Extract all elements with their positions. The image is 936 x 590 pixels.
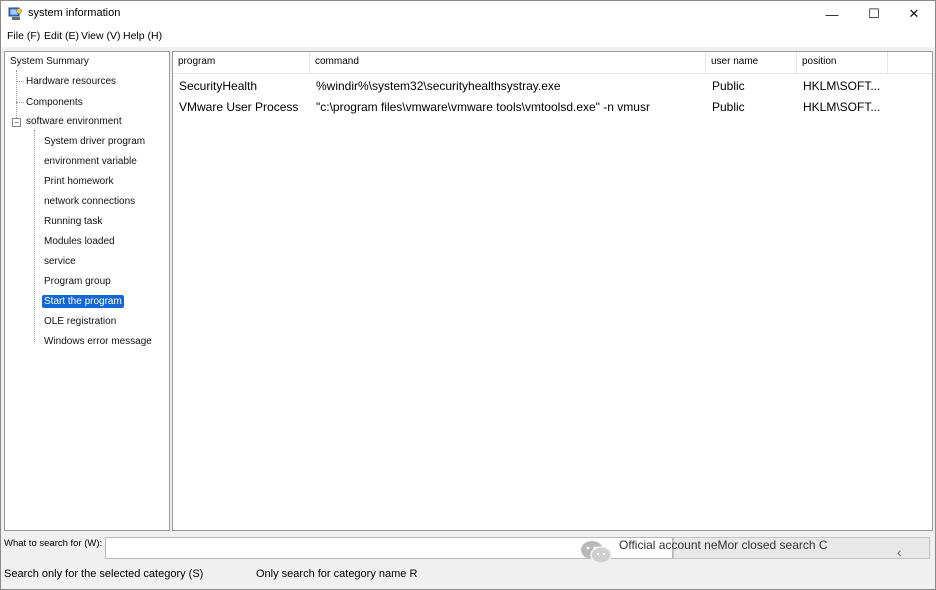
title-bar: system information — ☐ ✕ [1,1,935,27]
column-header-user-name[interactable]: user name [706,52,797,73]
option-search-category-name[interactable]: Only search for category name R [256,568,417,580]
cell-command: %windir%\system32\securityhealthsystray.… [316,79,561,93]
tree-item-system-summary[interactable]: System Summary [8,55,91,68]
cell-command: "c:\program files\vmware\vmware tools\vm… [316,100,650,114]
tree-item-modules-loaded[interactable]: Modules loaded [42,235,117,248]
tree-item-components[interactable]: Components [24,96,85,109]
cell-position: HKLM\SOFT... [803,100,881,114]
watermark-text: Official account neMor closed search C [619,538,828,552]
menu-view[interactable]: View (V) [81,30,120,42]
close-button[interactable]: ✕ [891,1,935,27]
tree-item-system-driver-program[interactable]: System driver program [42,135,147,148]
tree-item-start-the-program[interactable]: Start the program [42,295,124,308]
category-tree[interactable]: System Summary Hardware resources Compon… [4,51,170,531]
window-title: system information [28,7,121,19]
tree-connector [16,102,24,103]
menu-edit[interactable]: Edit (E) [44,30,79,42]
tree-item-environment-variable[interactable]: environment variable [42,155,139,168]
minimize-button[interactable]: — [809,1,855,27]
minimize-icon: — [825,6,839,22]
system-information-window: system information — ☐ ✕ File (F) Edit (… [0,0,936,590]
close-icon: ✕ [908,6,920,21]
collapse-icon[interactable]: − [12,118,21,127]
column-header-program[interactable]: program [173,52,310,73]
tree-item-service[interactable]: service [42,255,78,268]
cell-program: VMware User Process [179,100,299,114]
wechat-icon [581,541,612,564]
search-label: What to search for (W): [4,538,103,549]
tree-connector [16,81,24,82]
option-search-selected-category[interactable]: Search only for the selected category (S… [4,568,203,580]
cell-position: HKLM\SOFT... [803,79,881,93]
cell-user-name: Public [712,100,745,114]
tree-item-print-homework[interactable]: Print homework [42,175,115,188]
system-information-app-icon [8,7,22,20]
column-header-command[interactable]: command [310,52,706,73]
tree-item-program-group[interactable]: Program group [42,275,113,288]
maximize-icon: ☐ [868,6,880,21]
menu-help[interactable]: Help (H) [123,30,162,42]
tree-item-hardware-resources[interactable]: Hardware resources [24,75,118,88]
tree-connector [34,130,35,342]
tree-item-ole-registration[interactable]: OLE registration [42,315,118,328]
column-header-position[interactable]: position [797,52,888,73]
cell-program: SecurityHealth [179,79,258,93]
tree-item-software-environment[interactable]: software environment [24,115,124,128]
table-row[interactable]: SecurityHealth %windir%\system32\securit… [173,76,932,96]
menu-bar: File (F) Edit (E) View (V) Help (H) [1,27,935,47]
chevron-left-icon[interactable]: ‹ [897,544,902,560]
tree-connector [16,70,17,122]
tree-item-running-task[interactable]: Running task [42,215,104,228]
details-list[interactable]: program command user name position Secur… [172,51,933,531]
menu-file[interactable]: File (F) [7,30,40,42]
cell-user-name: Public [712,79,745,93]
tree-item-network-connections[interactable]: network connections [42,195,137,208]
tree-item-windows-error-message[interactable]: Windows error message [42,335,154,348]
list-header: program command user name position [173,52,932,74]
table-row[interactable]: VMware User Process "c:\program files\vm… [173,97,932,117]
